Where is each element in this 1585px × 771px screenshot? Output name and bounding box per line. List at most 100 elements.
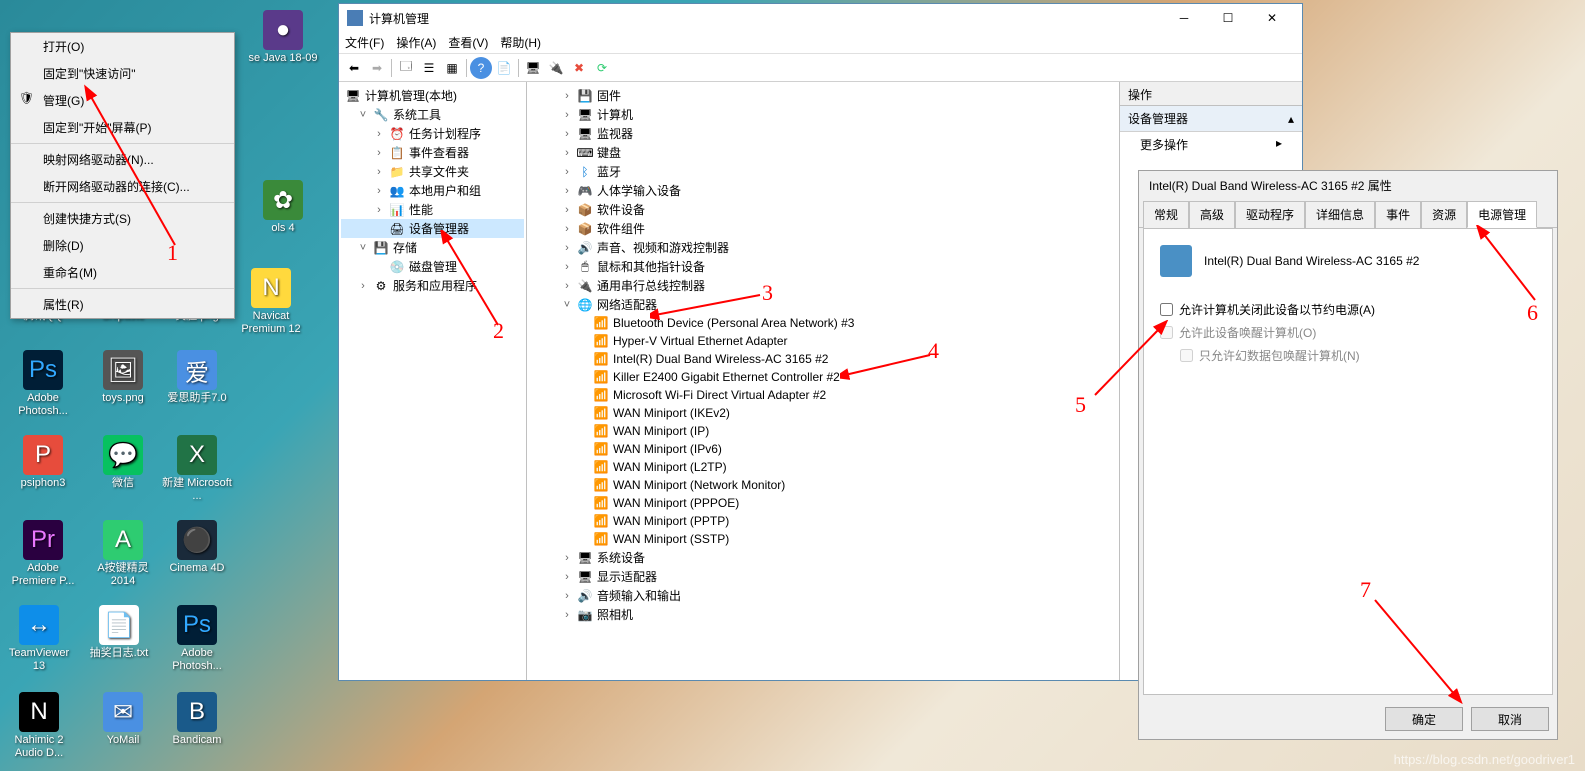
- cancel-button[interactable]: 取消: [1471, 707, 1549, 731]
- menu-pin-quick-access[interactable]: 固定到"快速访问": [11, 60, 234, 87]
- tree-performance[interactable]: ›📊性能: [341, 200, 524, 219]
- actions-section[interactable]: 设备管理器▴: [1120, 106, 1302, 132]
- menu-manage[interactable]: 管理(G): [11, 87, 234, 114]
- tab-advanced[interactable]: 高级: [1189, 201, 1235, 228]
- computer-button[interactable]: 🖥: [522, 57, 544, 79]
- dev-software-devices[interactable]: ›📦软件设备: [529, 200, 1117, 219]
- desktop-icon-toys[interactable]: 🖼toys.png: [88, 350, 158, 405]
- tab-general[interactable]: 常规: [1143, 201, 1189, 228]
- desktop-icon-ajian[interactable]: AA按键精灵2014: [88, 520, 158, 588]
- dev-na-bluetooth[interactable]: 📶Bluetooth Device (Personal Area Network…: [529, 314, 1117, 332]
- dev-monitors[interactable]: ›🖥监视器: [529, 124, 1117, 143]
- close-button[interactable]: ✕: [1250, 5, 1294, 31]
- desktop-icon-navicat[interactable]: NNavicat Premium 12: [236, 268, 306, 336]
- menu-view[interactable]: 查看(V): [448, 34, 488, 51]
- minimize-button[interactable]: ─: [1162, 5, 1206, 31]
- dev-na-wan-sstp[interactable]: 📶WAN Miniport (SSTP): [529, 530, 1117, 548]
- desktop-icon-yomail[interactable]: ✉YoMail: [88, 692, 158, 747]
- dev-camera[interactable]: ›📷照相机: [529, 605, 1117, 624]
- dev-na-wan-netmon[interactable]: 📶WAN Miniport (Network Monitor): [529, 476, 1117, 494]
- tab-events[interactable]: 事件: [1375, 201, 1421, 228]
- menu-rename[interactable]: 重命名(M): [11, 259, 234, 286]
- dev-na-wifi-direct[interactable]: 📶Microsoft Wi-Fi Direct Virtual Adapter …: [529, 386, 1117, 404]
- menu-file[interactable]: 文件(F): [345, 34, 384, 51]
- dev-system-devices[interactable]: ›🖥系统设备: [529, 548, 1117, 567]
- actions-more[interactable]: 更多操作▸: [1120, 132, 1302, 157]
- dev-software-components[interactable]: ›📦软件组件: [529, 219, 1117, 238]
- show-hidden-button[interactable]: 📄: [493, 57, 515, 79]
- tree-task-scheduler[interactable]: ›⏰任务计划程序: [341, 124, 524, 143]
- dev-keyboards[interactable]: ›⌨键盘: [529, 143, 1117, 162]
- tree-event-viewer[interactable]: ›📋事件查看器: [341, 143, 524, 162]
- desktop-icon-log[interactable]: 📄抽奖日志.txt: [84, 605, 154, 660]
- desktop-icon-psiphon[interactable]: Ppsiphon3: [8, 435, 78, 490]
- enable-button[interactable]: ✖: [568, 57, 590, 79]
- maximize-button[interactable]: ☐: [1206, 5, 1250, 31]
- dev-na-wan-ip[interactable]: 📶WAN Miniport (IP): [529, 422, 1117, 440]
- dev-sound[interactable]: ›🔊声音、视频和游戏控制器: [529, 238, 1117, 257]
- dev-na-wan-l2tp[interactable]: 📶WAN Miniport (L2TP): [529, 458, 1117, 476]
- menu-properties[interactable]: 属性(R): [11, 291, 234, 318]
- desktop-icon-ps[interactable]: PsAdobe Photosh...: [8, 350, 78, 418]
- desktop-icon-aisi[interactable]: 爱爱思助手7.0: [162, 350, 232, 405]
- dev-na-wan-pppoe[interactable]: 📶WAN Miniport (PPPOE): [529, 494, 1117, 512]
- menu-pin-start[interactable]: 固定到"开始"屏幕(P): [11, 114, 234, 141]
- dev-display-adapters[interactable]: ›🖥显示适配器: [529, 567, 1117, 586]
- tree-shared-folders[interactable]: ›📁共享文件夹: [341, 162, 524, 181]
- checkbox-allow-turnoff-input[interactable]: [1160, 303, 1173, 316]
- desktop-icon-ps2[interactable]: PsAdobe Photosh...: [162, 605, 232, 673]
- back-button[interactable]: ⬅: [343, 57, 365, 79]
- menu-action[interactable]: 操作(A): [396, 34, 436, 51]
- tree-local-users[interactable]: ›👥本地用户和组: [341, 181, 524, 200]
- desktop-icon-wechat[interactable]: 💬微信: [88, 435, 158, 490]
- desktop-icon-excel[interactable]: X新建 Microsoft ...: [162, 435, 232, 503]
- detail-view-button[interactable]: 🗔: [395, 57, 417, 79]
- tab-driver[interactable]: 驱动程序: [1235, 201, 1305, 228]
- help-button[interactable]: ?: [470, 57, 492, 79]
- tab-details[interactable]: 详细信息: [1305, 201, 1375, 228]
- forward-button[interactable]: ➡: [366, 57, 388, 79]
- menu-delete[interactable]: 删除(D): [11, 232, 234, 259]
- desktop-icon-teamviewer[interactable]: ↔TeamViewer 13: [4, 605, 74, 673]
- checkbox-allow-turnoff[interactable]: 允许计算机关闭此设备以节约电源(A): [1160, 301, 1536, 318]
- dev-na-intel-wifi[interactable]: 📶Intel(R) Dual Band Wireless-AC 3165 #2: [529, 350, 1117, 368]
- update-button[interactable]: ⟳: [591, 57, 613, 79]
- ok-button[interactable]: 确定: [1385, 707, 1463, 731]
- dev-na-wan-ikev2[interactable]: 📶WAN Miniport (IKEv2): [529, 404, 1117, 422]
- menu-open[interactable]: 打开(O): [11, 33, 234, 60]
- window-titlebar[interactable]: 计算机管理 ─ ☐ ✕: [339, 4, 1302, 32]
- menu-create-shortcut[interactable]: 创建快捷方式(S): [11, 205, 234, 232]
- menu-disconnect-drive[interactable]: 断开网络驱动器的连接(C)...: [11, 173, 234, 200]
- tree-device-manager[interactable]: 🖨设备管理器: [341, 219, 524, 238]
- menu-map-drive[interactable]: 映射网络驱动器(N)...: [11, 146, 234, 173]
- dev-na-wan-ipv6[interactable]: 📶WAN Miniport (IPv6): [529, 440, 1117, 458]
- scan-button[interactable]: 🔌: [545, 57, 567, 79]
- dev-audio[interactable]: ›🔊音频输入和输出: [529, 586, 1117, 605]
- desktop-icon-bandicam[interactable]: BBandicam: [162, 692, 232, 747]
- tree-storage[interactable]: ˅💾存储: [341, 238, 524, 257]
- dev-na-wan-pptp[interactable]: 📶WAN Miniport (PPTP): [529, 512, 1117, 530]
- tab-resources[interactable]: 资源: [1421, 201, 1467, 228]
- dev-na-hyperv[interactable]: 📶Hyper-V Virtual Ethernet Adapter: [529, 332, 1117, 350]
- dev-network-adapters[interactable]: ˅🌐网络适配器: [529, 295, 1117, 314]
- list-view-button[interactable]: ☰: [418, 57, 440, 79]
- desktop-icon-c4d[interactable]: ⚫Cinema 4D: [162, 520, 232, 575]
- desktop-icon-nahimic[interactable]: NNahimic 2 Audio D...: [4, 692, 74, 760]
- tree-root[interactable]: 🖥计算机管理(本地): [341, 86, 524, 105]
- dev-firmware[interactable]: ›💾固件: [529, 86, 1117, 105]
- dev-computer[interactable]: ›🖥计算机: [529, 105, 1117, 124]
- dev-na-killer[interactable]: 📶Killer E2400 Gigabit Ethernet Controlle…: [529, 368, 1117, 386]
- tree-system-tools[interactable]: ˅🔧系统工具: [341, 105, 524, 124]
- large-icons-button[interactable]: ▦: [441, 57, 463, 79]
- tree-disk-management[interactable]: 💿磁盘管理: [341, 257, 524, 276]
- menu-help[interactable]: 帮助(H): [500, 34, 541, 51]
- desktop-icon-tools4[interactable]: ✿ols 4: [248, 180, 318, 235]
- dev-mouse[interactable]: ›🖱鼠标和其他指针设备: [529, 257, 1117, 276]
- desktop-icon-eclipse[interactable]: ●se Java 18-09: [248, 10, 318, 65]
- dev-hid[interactable]: ›🎮人体学输入设备: [529, 181, 1117, 200]
- desktop-icon-pr[interactable]: PrAdobe Premiere P...: [8, 520, 78, 588]
- dev-bluetooth[interactable]: ›ᛒ蓝牙: [529, 162, 1117, 181]
- tree-services[interactable]: ›⚙服务和应用程序: [341, 276, 524, 295]
- dev-usb[interactable]: ›🔌通用串行总线控制器: [529, 276, 1117, 295]
- tab-power-management[interactable]: 电源管理: [1467, 201, 1537, 228]
